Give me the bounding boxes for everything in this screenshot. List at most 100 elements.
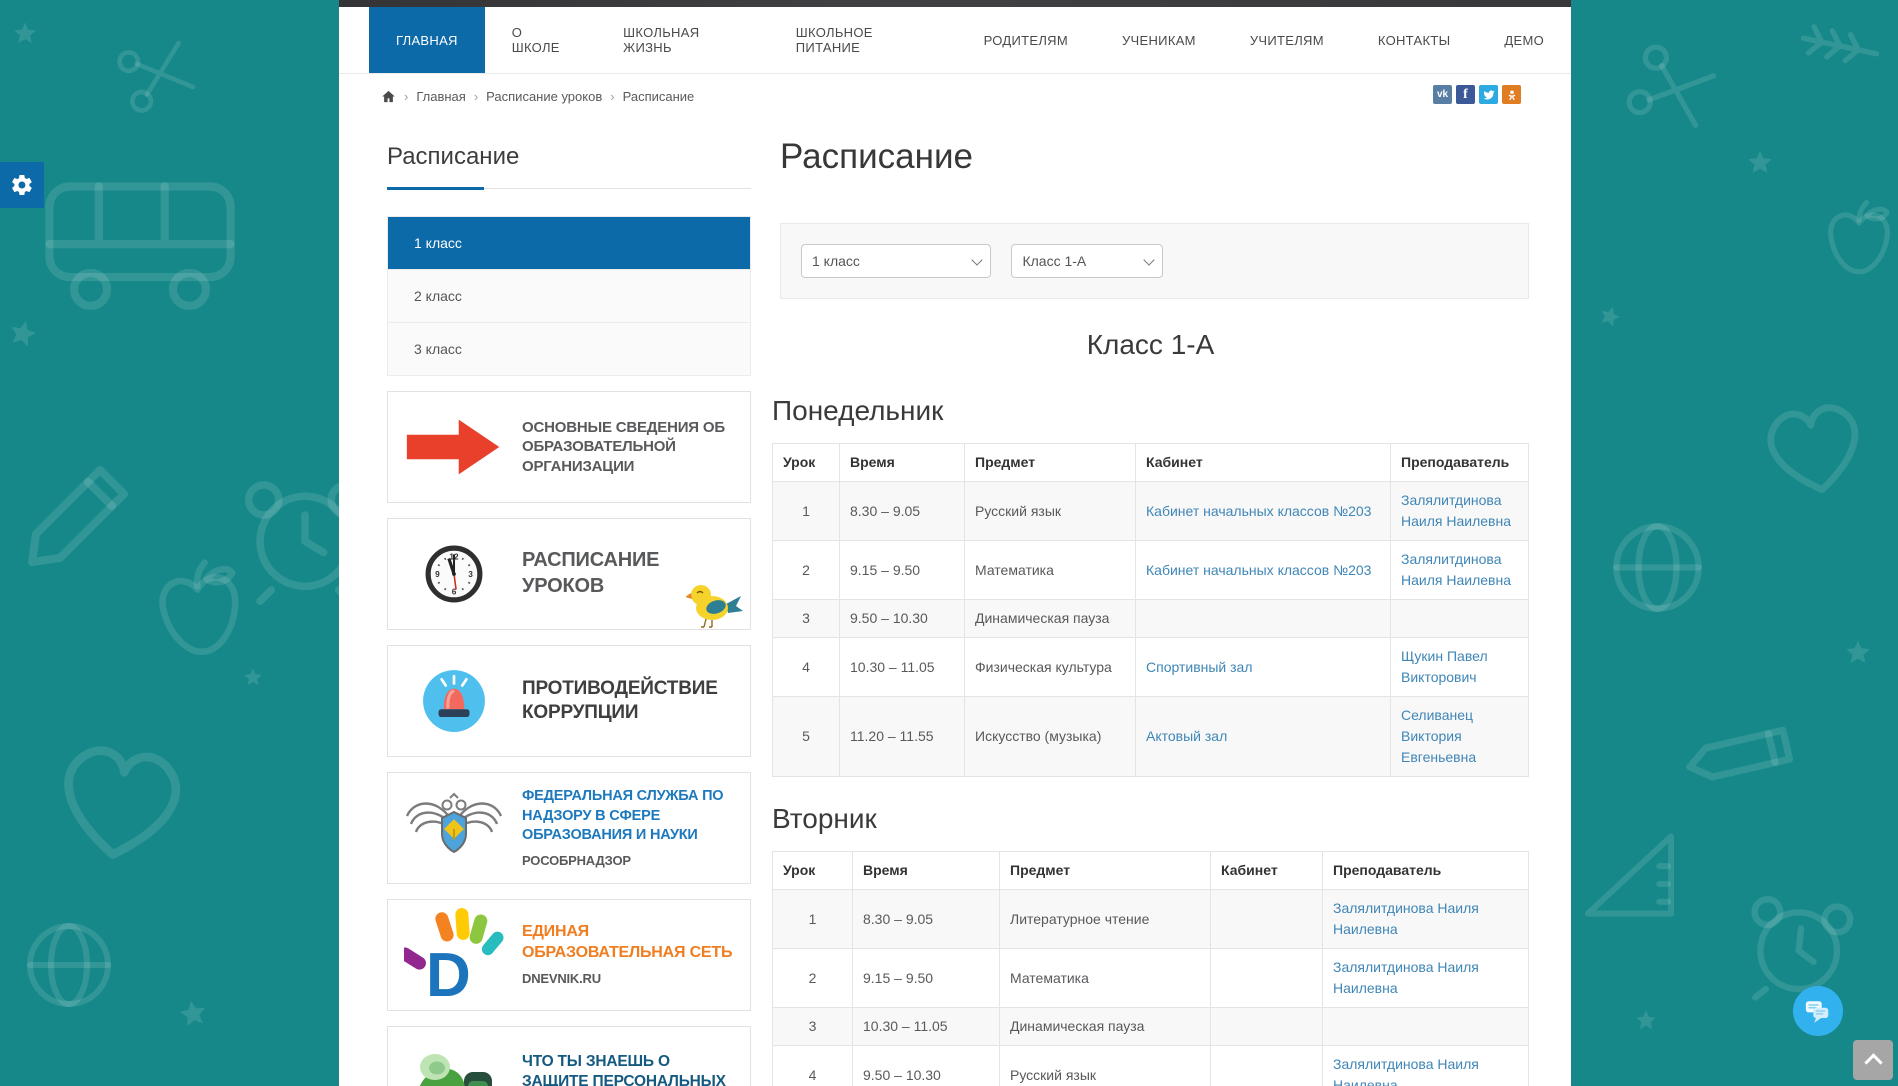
- vk-icon[interactable]: vk: [1433, 85, 1452, 104]
- breadcrumb-item[interactable]: Главная: [416, 89, 465, 104]
- class-menu: 1 класс2 класс3 класс: [387, 216, 751, 376]
- room-link[interactable]: Спортивный зал: [1146, 659, 1253, 675]
- lesson-time: 10.30 – 11.05: [853, 1008, 1000, 1046]
- gear-icon: [10, 173, 34, 197]
- room-link[interactable]: Актовый зал: [1146, 728, 1227, 744]
- column-header: Предмет: [965, 444, 1136, 482]
- clock-icon: 12369: [402, 544, 506, 604]
- schedule-row: 511.20 – 11.55Искусство (музыка)Актовый …: [773, 697, 1529, 777]
- nav-item[interactable]: ДЕМО: [1477, 7, 1571, 73]
- banner-org-info[interactable]: ОСНОВНЫЕ СВЕДЕНИЯ ОБ ОБРАЗОВАТЕЛЬНОЙ ОРГ…: [387, 391, 751, 503]
- doodle-star-icon: [1846, 640, 1870, 664]
- banner-dnevnik[interactable]: D ЕДИНАЯ ОБРАЗОВАТЕЛЬНАЯ СЕТЬ DNEVNIK.RU: [387, 899, 751, 1011]
- doodle-clock-icon: [1738, 885, 1859, 1011]
- room-link[interactable]: Кабинет начальных классов №203: [1146, 503, 1371, 519]
- chat-icon: [1804, 999, 1832, 1024]
- twitter-icon[interactable]: [1479, 85, 1498, 104]
- breadcrumb-item[interactable]: Расписание: [623, 89, 695, 104]
- banner-personal-data[interactable]: ЧТО ТЫ ЗНАЕШЬ О ЗАЩИТЕ ПЕРСОНАЛЬНЫХ ДАНН…: [387, 1026, 751, 1086]
- lesson-subject: Русский язык: [965, 482, 1136, 541]
- main-nav: ГЛАВНАЯО ШКОЛЕШКОЛЬНАЯ ЖИЗНЬШКОЛЬНОЕ ПИТ…: [339, 7, 1571, 74]
- page: ГЛАВНАЯО ШКОЛЕШКОЛЬНАЯ ЖИЗНЬШКОЛЬНОЕ ПИТ…: [0, 0, 1898, 1086]
- teacher-link[interactable]: Залялитдинова Наиля Наилевна: [1333, 1056, 1479, 1086]
- column-header: Урок: [773, 444, 840, 482]
- schedule-table-monday: УрокВремяПредметКабинетПреподаватель18.3…: [772, 443, 1529, 777]
- nav-item[interactable]: УЧЕНИКАМ: [1095, 7, 1223, 73]
- doodle-heart-icon: [42, 731, 198, 874]
- lesson-number: 3: [773, 600, 840, 638]
- column-header: Преподаватель: [1391, 444, 1529, 482]
- nav-item[interactable]: КОНТАКТЫ: [1351, 7, 1478, 73]
- doodle-star-icon: [1636, 1010, 1656, 1030]
- lesson-number: 2: [773, 541, 840, 600]
- banner-subtitle: DNEVNIK.RU: [522, 971, 736, 988]
- breadcrumb-item[interactable]: Расписание уроков: [486, 89, 602, 104]
- schedule-row: 49.50 – 10.30Русский языкЗалялитдинова Н…: [773, 1046, 1529, 1086]
- class-subtitle: Класс 1-А: [772, 329, 1529, 361]
- nav-item[interactable]: РОДИТЕЛЯМ: [957, 7, 1095, 73]
- doodle-star-icon: [244, 668, 262, 686]
- social-icons: vk f: [1433, 85, 1521, 104]
- schedule-row: 18.30 – 9.05Русский языкКабинет начальны…: [773, 482, 1529, 541]
- doodle-pencil-icon: [24, 450, 144, 570]
- column-header: Преподаватель: [1323, 852, 1529, 890]
- facebook-icon[interactable]: f: [1456, 85, 1475, 104]
- banner-anticorruption[interactable]: ПРОТИВОДЕЙСТВИЕ КОРРУПЦИИ: [387, 645, 751, 757]
- column-header: Урок: [773, 852, 853, 890]
- teacher-link[interactable]: Залялитдинова Наиля Наилевна: [1333, 959, 1479, 996]
- lesson-subject: Динамическая пауза: [965, 600, 1136, 638]
- banner-rosobrnadzor[interactable]: ФЕДЕРАЛЬНАЯ СЛУЖБА ПО НАДЗОРУ В СФЕРЕ ОБ…: [387, 772, 751, 884]
- doodle-bus-icon: [40, 170, 240, 310]
- sidebar-class-item[interactable]: 1 класс: [388, 217, 750, 269]
- sidebar-class-item[interactable]: 2 класс: [388, 269, 750, 322]
- svg-text:D: D: [426, 941, 471, 1002]
- class-select[interactable]: 1 класс: [801, 244, 991, 278]
- lesson-number: 1: [773, 890, 853, 949]
- home-icon[interactable]: [381, 89, 396, 104]
- settings-gear-button[interactable]: [0, 162, 44, 208]
- teacher-link[interactable]: Селиванец Виктория Евгеньевна: [1401, 707, 1476, 765]
- teacher-link[interactable]: Щукин Павел Викторович: [1401, 648, 1488, 685]
- lesson-number: 4: [773, 1046, 853, 1086]
- teacher-link[interactable]: Залялитдинова Наиля Наилевна: [1401, 492, 1511, 529]
- lesson-time: 9.50 – 10.30: [853, 1046, 1000, 1086]
- lesson-number: 1: [773, 482, 840, 541]
- column-header: Предмет: [1000, 852, 1211, 890]
- odnoklassniki-icon[interactable]: [1502, 85, 1521, 104]
- doodle-globe-icon: [24, 920, 114, 1010]
- breadcrumb-separator: ›: [474, 89, 478, 104]
- sidebar-class-item[interactable]: 3 класс: [388, 322, 750, 375]
- doodle-star-icon: [1748, 150, 1772, 174]
- scroll-to-top-button[interactable]: [1853, 1040, 1893, 1080]
- sidebar-title-underline: [387, 188, 751, 189]
- teacher-link[interactable]: Залялитдинова Наиля Наилевна: [1401, 551, 1511, 588]
- content-container: ГЛАВНАЯО ШКОЛЕШКОЛЬНАЯ ЖИЗНЬШКОЛЬНОЕ ПИТ…: [339, 0, 1571, 1086]
- nav-item[interactable]: ШКОЛЬНОЕ ПИТАНИЕ: [769, 7, 957, 73]
- nav-item[interactable]: ГЛАВНАЯ: [369, 7, 485, 73]
- breadcrumb-links: ›Главная›Расписание уроков›Расписание: [396, 89, 694, 104]
- lesson-number: 3: [773, 1008, 853, 1046]
- chat-button[interactable]: [1793, 986, 1843, 1036]
- group-select[interactable]: Класс 1-А: [1011, 244, 1163, 278]
- breadcrumb-separator: ›: [404, 89, 408, 104]
- teacher-link[interactable]: Залялитдинова Наиля Наилевна: [1333, 900, 1479, 937]
- page-title: Расписание: [780, 137, 1529, 177]
- nav-item[interactable]: О ШКОЛЕ: [485, 7, 596, 73]
- dnevnik-logo-icon: D: [402, 908, 506, 1002]
- banner-schedule[interactable]: 12369 РАСПИСАНИЕ УРОКОВ: [387, 518, 751, 630]
- doodle-scissors-icon: [1616, 34, 1724, 142]
- doodle-globe-icon: [1610, 520, 1705, 615]
- lesson-time: 9.15 – 9.50: [853, 949, 1000, 1008]
- room-link[interactable]: Кабинет начальных классов №203: [1146, 562, 1371, 578]
- schedule-row: 18.30 – 9.05Литературное чтениеЗалялитди…: [773, 890, 1529, 949]
- banner-title: ОСНОВНЫЕ СВЕДЕНИЯ ОБ ОБРАЗОВАТЕЛЬНОЙ ОРГ…: [522, 418, 736, 476]
- nav-item[interactable]: ШКОЛЬНАЯ ЖИЗНЬ: [596, 7, 769, 73]
- doodle-star-icon: [178, 998, 208, 1028]
- breadcrumb: ›Главная›Расписание уроков›Расписание vk…: [339, 74, 1571, 118]
- nav-item[interactable]: УЧИТЕЛЯМ: [1223, 7, 1351, 73]
- lesson-subject: Искусство (музыка): [965, 697, 1136, 777]
- banner-title: ФЕДЕРАЛЬНАЯ СЛУЖБА ПО НАДЗОРУ В СФЕРЕ ОБ…: [522, 788, 723, 843]
- schedule-table-tuesday: УрокВремяПредметКабинетПреподаватель18.3…: [772, 851, 1529, 1086]
- doodle-star-icon: [14, 22, 36, 44]
- column-header: Кабинет: [1211, 852, 1323, 890]
